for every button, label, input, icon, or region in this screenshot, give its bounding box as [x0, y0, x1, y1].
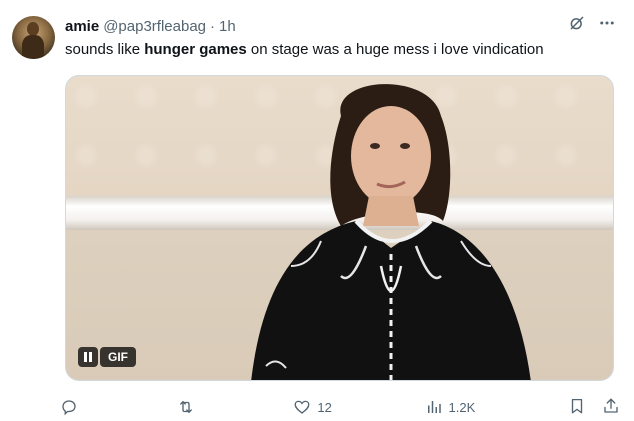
reply-button[interactable]	[60, 398, 84, 416]
tweet-text: sounds like hunger games on stage was a …	[65, 41, 544, 58]
retweet-icon	[179, 401, 192, 413]
bookmark-button[interactable]	[568, 397, 586, 418]
retweet-button[interactable]	[177, 398, 201, 416]
avatar-figure-head	[27, 22, 39, 36]
pause-button[interactable]	[78, 347, 98, 367]
reply-icon	[62, 400, 76, 416]
share-button[interactable]	[602, 397, 620, 418]
tweet-text-after: on stage was a huge mess i love vindicat…	[246, 41, 544, 58]
like-button[interactable]: 12	[293, 398, 332, 416]
gif-person-illustration	[251, 84, 531, 380]
user-handle[interactable]: @pap3rfleabag	[103, 18, 206, 35]
like-count: 12	[317, 399, 332, 415]
tweet-text-bold: hunger games	[144, 41, 247, 58]
separator-dot: ·	[210, 17, 216, 35]
views-count: 1.2K	[448, 399, 476, 415]
avatar[interactable]	[12, 16, 55, 59]
more-dots-icon[interactable]	[598, 14, 616, 32]
views-icon	[427, 401, 441, 413]
share-icon	[604, 398, 618, 413]
views-button[interactable]: 1.2K	[425, 398, 476, 416]
gif-badge: GIF	[78, 347, 136, 367]
tweet-top-icons	[568, 14, 616, 32]
heart-icon	[294, 400, 310, 414]
avatar-figure-body	[22, 35, 44, 59]
tweet-header: amie @pap3rfleabag · 1h	[65, 15, 236, 37]
tweet-text-before: sounds like	[65, 41, 145, 58]
gif-label: GIF	[100, 347, 136, 367]
bookmark-icon	[571, 398, 583, 413]
pause-icon	[84, 352, 92, 362]
grok-slash-icon[interactable]	[568, 14, 586, 32]
timestamp[interactable]: 1h	[219, 18, 236, 35]
gif-media[interactable]: GIF	[65, 75, 614, 381]
right-actions	[568, 397, 620, 418]
tweet-actions: 12 1.2K	[60, 396, 620, 418]
display-name[interactable]: amie	[65, 18, 99, 35]
